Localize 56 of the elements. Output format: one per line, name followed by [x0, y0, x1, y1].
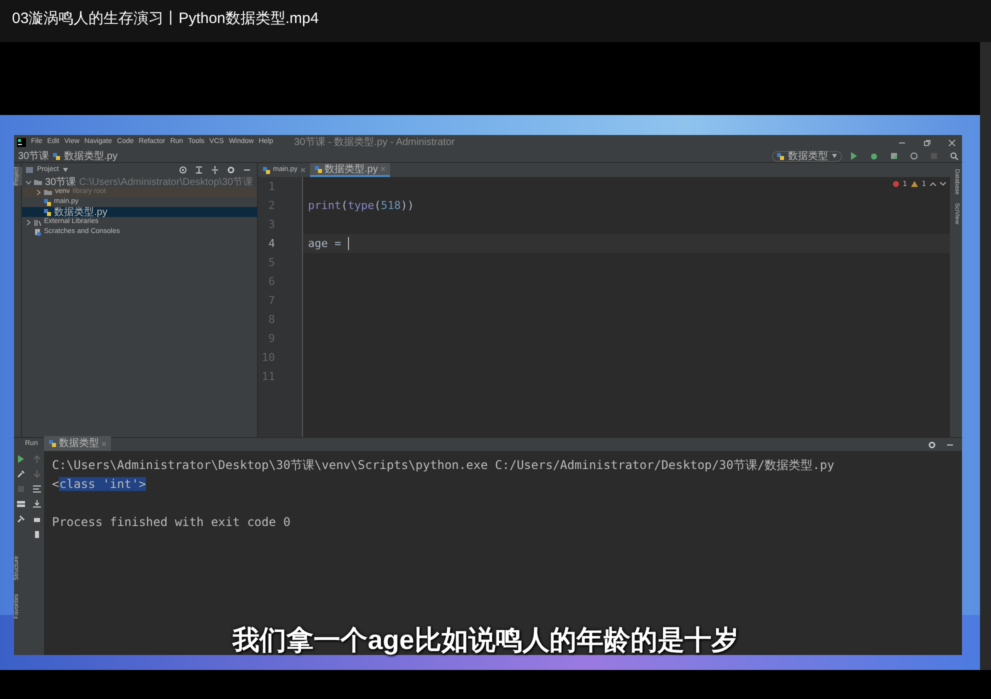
tree-item[interactable]: 30节课 C:\Users\Administrator\Desktop\30节课 [22, 177, 257, 187]
stop-icon [930, 152, 938, 160]
warning-icon [910, 181, 918, 188]
expand-icon [195, 166, 203, 174]
down-arrow-icon [33, 470, 41, 478]
close-icon [300, 168, 305, 172]
console-line: C:\Users\Administrator\Desktop\30节课\venv\Scripts\python.exe C:/Users/Administrator/Desktop/30节课/数据类型.py [52, 458, 834, 472]
library-icon [34, 218, 41, 226]
restore-icon [923, 138, 931, 146]
down-icon [940, 182, 946, 186]
tree-label: 30节课 [45, 176, 76, 188]
python-file-icon [777, 152, 784, 160]
breadcrumb-item[interactable]: 数据类型.py [64, 148, 118, 164]
project-icon [26, 167, 33, 173]
search-icon [950, 152, 958, 160]
breadcrumb-item[interactable]: 30节课 [18, 148, 50, 164]
scratch-icon [34, 228, 41, 236]
bug-icon [870, 152, 878, 160]
console-line: Process finished with exit code 0 [52, 515, 290, 529]
gear-icon [227, 166, 235, 174]
run-icon [17, 455, 25, 463]
up-icon [930, 182, 936, 186]
collapse-icon [211, 166, 219, 174]
stop-icon [17, 485, 25, 493]
folder-path: C:\Users\Administrator\Desktop\30节课 [79, 176, 254, 188]
up-arrow-icon [33, 455, 41, 463]
code-line: print(type(518)) [308, 199, 414, 212]
target-icon [179, 166, 187, 174]
editor-tab[interactable]: 数据类型.py [310, 163, 390, 177]
close-icon [380, 167, 385, 171]
caret-icon [62, 168, 68, 172]
python-file-icon [263, 166, 270, 174]
chevron-icon [26, 220, 31, 224]
run-icon [850, 152, 858, 160]
python-file-icon [53, 152, 60, 160]
layout-icon [17, 500, 25, 508]
gear-icon [928, 440, 936, 448]
line-number: 4 [267, 236, 276, 252]
video-title: 03漩涡鸣人的生存演习丨Python数据类型.mp4 [12, 10, 319, 27]
soft-wrap-icon [33, 485, 41, 493]
run-config-dropdown[interactable]: 数据类型 [772, 150, 842, 162]
scroll-end-icon [33, 500, 41, 508]
caret-icon [832, 154, 837, 158]
text-cursor [348, 237, 349, 250]
close-icon [102, 442, 106, 446]
subtitle: 我们拿一个age比如说鸣人的年龄的是十岁 [231, 624, 740, 657]
tree-label: 数据类型.py [54, 206, 108, 218]
python-file-icon [314, 166, 322, 172]
python-file-icon [48, 440, 56, 447]
console-line: <class 'int'> [52, 477, 146, 491]
close-icon [948, 138, 956, 146]
app-logo-icon [17, 138, 26, 147]
error-icon [892, 181, 899, 188]
code-line: age = [308, 237, 342, 250]
tree-item[interactable]: 数据类型.py [22, 207, 257, 217]
window-title: 30节课 - 数据类型.py - Administrator [294, 136, 455, 150]
